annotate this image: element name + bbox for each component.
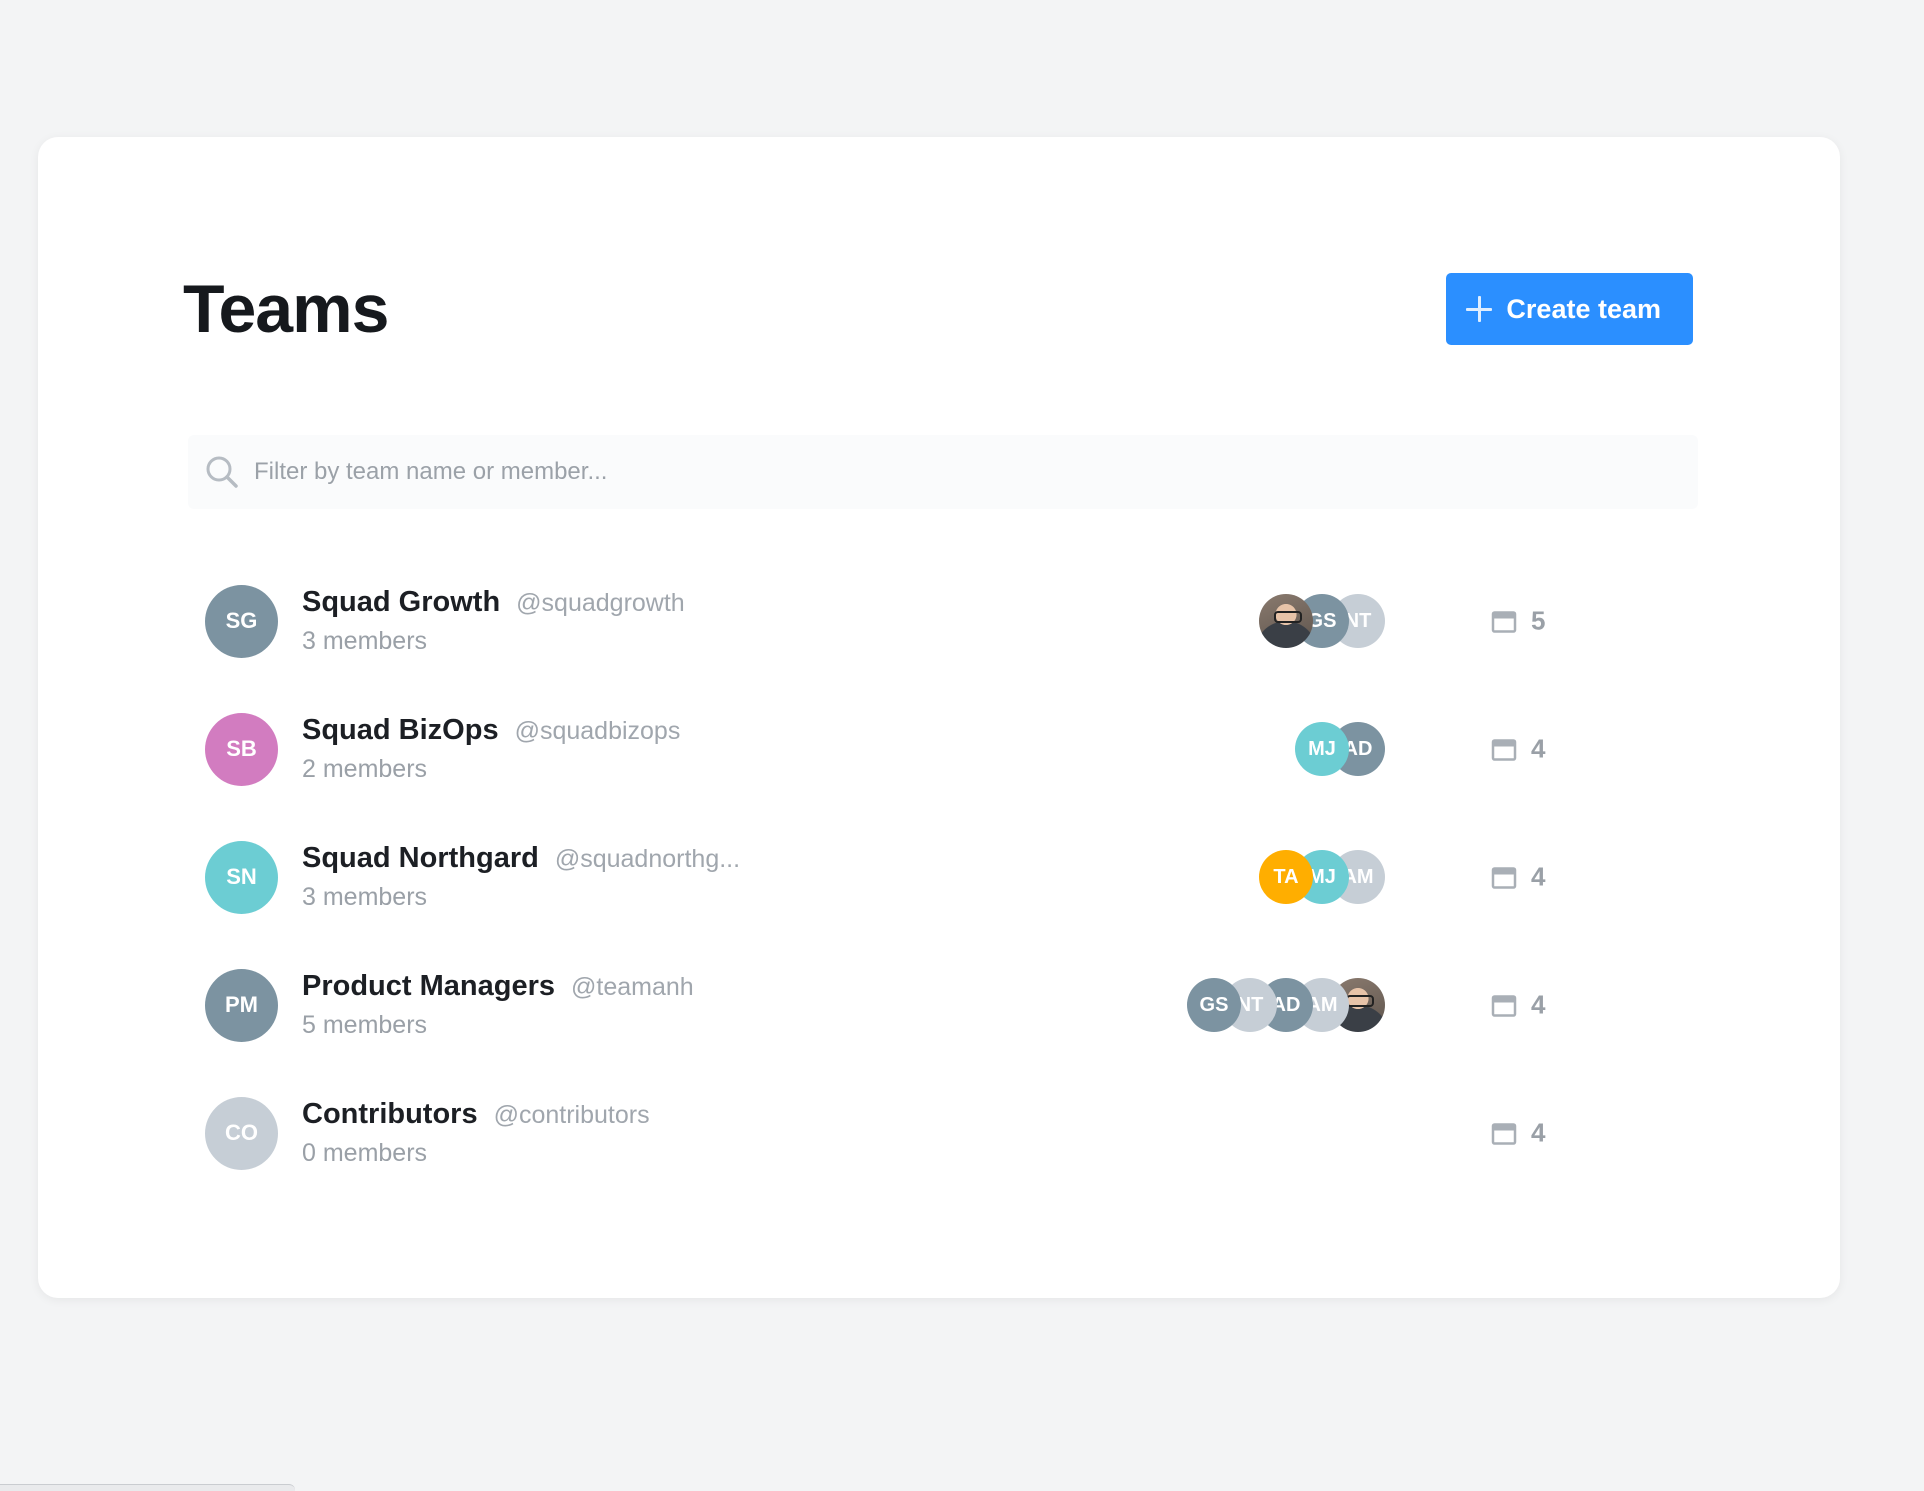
team-name[interactable]: Product Managers	[302, 970, 555, 1003]
repo-count-value: 5	[1531, 605, 1546, 636]
repository-icon	[1491, 1122, 1517, 1145]
team-handle: @squadgrowth	[516, 589, 685, 617]
team-name[interactable]: Squad Northgard	[302, 842, 539, 875]
repo-count: 4	[1491, 862, 1545, 893]
team-name[interactable]: Squad BizOps	[302, 714, 499, 747]
team-name[interactable]: Contributors	[302, 1098, 478, 1131]
create-team-label: Create team	[1506, 293, 1661, 324]
team-avatar: CO	[205, 1096, 278, 1170]
team-row[interactable]: SG Squad Growth @squadgrowth 3 members N…	[205, 557, 1605, 685]
member-avatar-stack: AM AD NT GS	[1187, 978, 1385, 1032]
member-avatar-stack: AM MJ TA	[1259, 850, 1385, 904]
team-member-count: 0 members	[302, 1139, 428, 1167]
search-icon	[206, 456, 238, 488]
team-handle: @squadnorthg...	[554, 845, 741, 873]
team-handle: @teamanh	[571, 973, 694, 1001]
team-info: Squad BizOps @squadbizops 2 members	[302, 714, 680, 784]
team-avatar: SN	[205, 840, 278, 914]
team-row[interactable]: SN Squad Northgard @squadnorthg... 3 mem…	[205, 813, 1605, 941]
create-team-button[interactable]: Create team	[1446, 273, 1693, 345]
team-avatar: SG	[205, 584, 278, 658]
page-title: Teams	[183, 271, 389, 347]
team-member-count: 3 members	[302, 627, 428, 655]
bottom-scroll-strip	[0, 1484, 295, 1491]
team-info: Contributors @contributors 0 members	[302, 1098, 650, 1168]
repository-icon	[1491, 610, 1517, 633]
team-member-count: 5 members	[302, 1011, 428, 1039]
team-name[interactable]: Squad Growth	[302, 586, 500, 619]
repo-count-value: 4	[1531, 733, 1546, 764]
team-list: SG Squad Growth @squadgrowth 3 members N…	[205, 557, 1605, 1197]
repo-count-value: 4	[1531, 1117, 1546, 1148]
member-avatar-stack: AD MJ	[1295, 722, 1385, 776]
repo-count-value: 4	[1531, 989, 1546, 1020]
page-header: Teams Create team	[183, 269, 1693, 349]
team-member-count: 3 members	[302, 883, 428, 911]
team-info: Product Managers @teamanh 5 members	[302, 970, 694, 1040]
repo-count: 4	[1491, 734, 1545, 765]
member-photo-avatar[interactable]	[1259, 594, 1313, 648]
team-info: Squad Northgard @squadnorthg... 3 member…	[302, 842, 740, 912]
team-handle: @contributors	[493, 1101, 650, 1129]
team-handle: @squadbizops	[514, 717, 681, 745]
repo-count-value: 4	[1531, 861, 1546, 892]
team-avatar: PM	[205, 968, 278, 1042]
search-bar	[188, 435, 1698, 509]
member-avatar-stack: NT GS	[1259, 594, 1385, 648]
repository-icon	[1491, 994, 1517, 1017]
repository-icon	[1491, 738, 1517, 761]
repo-count: 4	[1491, 1118, 1545, 1149]
repo-count: 4	[1491, 990, 1545, 1021]
team-member-count: 2 members	[302, 755, 428, 783]
team-avatar: SB	[205, 712, 278, 786]
team-row[interactable]: CO Contributors @contributors 0 members …	[205, 1069, 1605, 1197]
teams-card: Teams Create team SG Squad Growth @squad…	[38, 137, 1840, 1298]
search-input[interactable]	[254, 458, 1154, 486]
plus-icon	[1466, 296, 1493, 322]
team-info: Squad Growth @squadgrowth 3 members	[302, 586, 685, 656]
team-row[interactable]: SB Squad BizOps @squadbizops 2 members A…	[205, 685, 1605, 813]
repo-count: 5	[1491, 606, 1545, 637]
repository-icon	[1491, 866, 1517, 889]
member-avatar[interactable]: MJ	[1295, 722, 1349, 776]
member-avatar[interactable]: TA	[1259, 850, 1313, 904]
team-row[interactable]: PM Product Managers @teamanh 5 members A…	[205, 941, 1605, 1069]
member-avatar[interactable]: GS	[1187, 978, 1241, 1032]
